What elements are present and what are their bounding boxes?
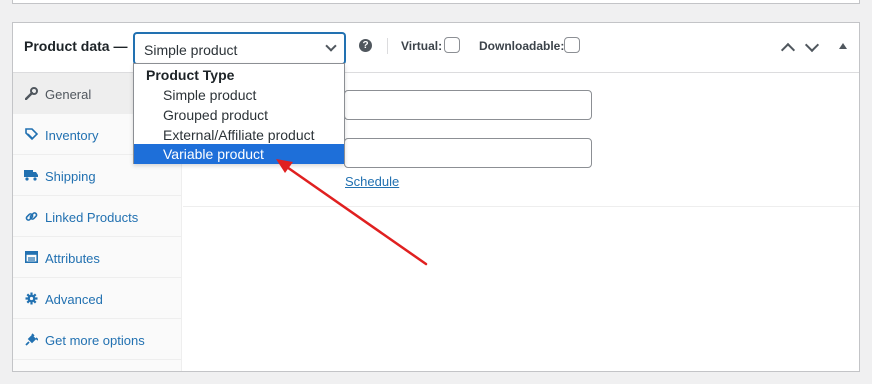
- move-down-icon[interactable]: [804, 37, 820, 53]
- move-up-icon[interactable]: [780, 42, 796, 58]
- tab-attributes[interactable]: Attributes: [13, 237, 182, 278]
- product-type-dropdown: Product Type Simple product Grouped prod…: [133, 63, 345, 164]
- help-icon[interactable]: ?: [359, 39, 372, 52]
- truck-icon: [24, 168, 38, 182]
- previous-panel-edge: [12, 0, 860, 4]
- downloadable-label: Downloadable:: [479, 39, 565, 53]
- virtual-label: Virtual:: [401, 39, 443, 53]
- wrench-icon: [24, 86, 38, 100]
- sale-price-input[interactable]: [344, 138, 592, 168]
- tab-linked-products-label: Linked Products: [45, 210, 139, 225]
- dropdown-group-label: Product Type: [146, 67, 235, 83]
- option-grouped-product[interactable]: Grouped product: [134, 105, 344, 125]
- product-type-select[interactable]: Simple product: [134, 33, 345, 64]
- tab-get-more-options[interactable]: Get more options: [13, 319, 182, 360]
- collapse-toggle-icon[interactable]: [839, 43, 847, 49]
- list-icon: [24, 250, 38, 264]
- regular-price-input[interactable]: [344, 90, 592, 120]
- tag-icon: [24, 127, 38, 141]
- option-external-affiliate-product[interactable]: External/Affiliate product: [134, 125, 344, 145]
- virtual-checkbox[interactable]: [444, 37, 460, 53]
- option-simple-product[interactable]: Simple product: [134, 85, 344, 105]
- tab-linked-products[interactable]: Linked Products: [13, 196, 182, 237]
- tab-advanced[interactable]: Advanced: [13, 278, 182, 319]
- tab-attributes-label: Attributes: [45, 251, 100, 266]
- header-divider: [387, 38, 388, 54]
- product-type-selected-value: Simple product: [144, 42, 238, 58]
- schedule-link[interactable]: Schedule: [345, 174, 399, 189]
- plugin-icon: [24, 332, 38, 346]
- tab-general-label: General: [45, 87, 92, 102]
- product-data-title: Product data —: [24, 38, 128, 54]
- link-icon: [24, 209, 38, 223]
- tab-shipping-label: Shipping: [45, 169, 96, 184]
- downloadable-checkbox[interactable]: [564, 37, 580, 53]
- tab-get-more-options-label: Get more options: [45, 333, 145, 348]
- option-variable-product[interactable]: Variable product: [134, 144, 344, 164]
- chevron-down-icon: [325, 40, 337, 52]
- tab-inventory-label: Inventory: [45, 128, 99, 143]
- gear-icon: [24, 291, 38, 305]
- tab-advanced-label: Advanced: [45, 292, 103, 307]
